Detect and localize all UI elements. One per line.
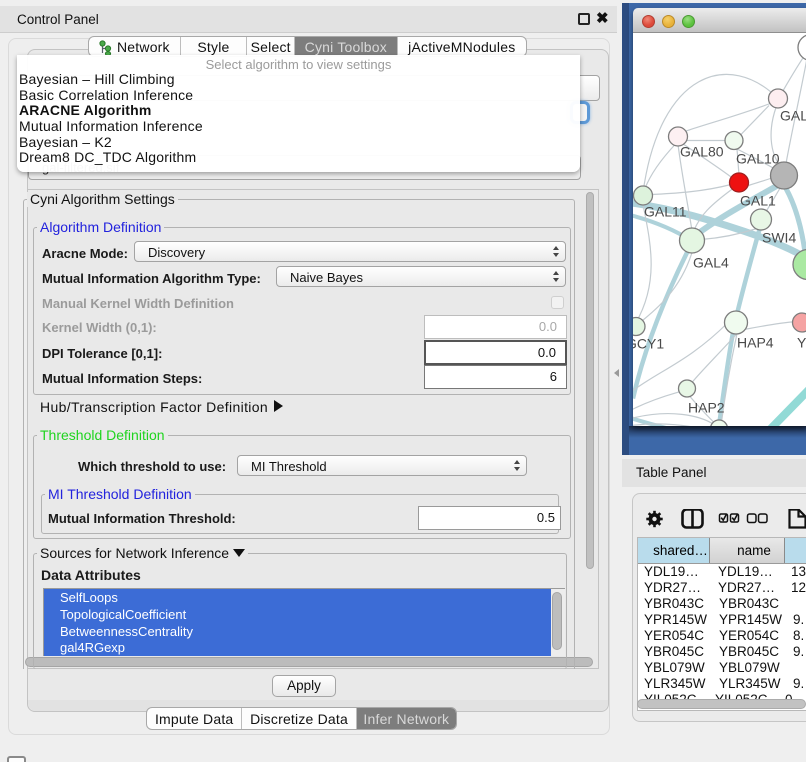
svg-text:GAL11: GAL11 [644, 204, 687, 220]
svg-text:GAL80: GAL80 [680, 144, 724, 160]
svg-text:GAL4: GAL4 [693, 255, 729, 271]
svg-text:Y: Y [797, 335, 806, 351]
svg-text:HAP2: HAP2 [688, 400, 725, 416]
svg-text:GCY1: GCY1 [633, 336, 664, 352]
svg-text:HAP4: HAP4 [737, 335, 774, 351]
svg-text:GAL10: GAL10 [736, 151, 780, 167]
svg-text:SWI4: SWI4 [762, 230, 796, 246]
svg-text:GAL2: GAL2 [780, 108, 806, 124]
svg-text:GAL1: GAL1 [740, 193, 776, 209]
